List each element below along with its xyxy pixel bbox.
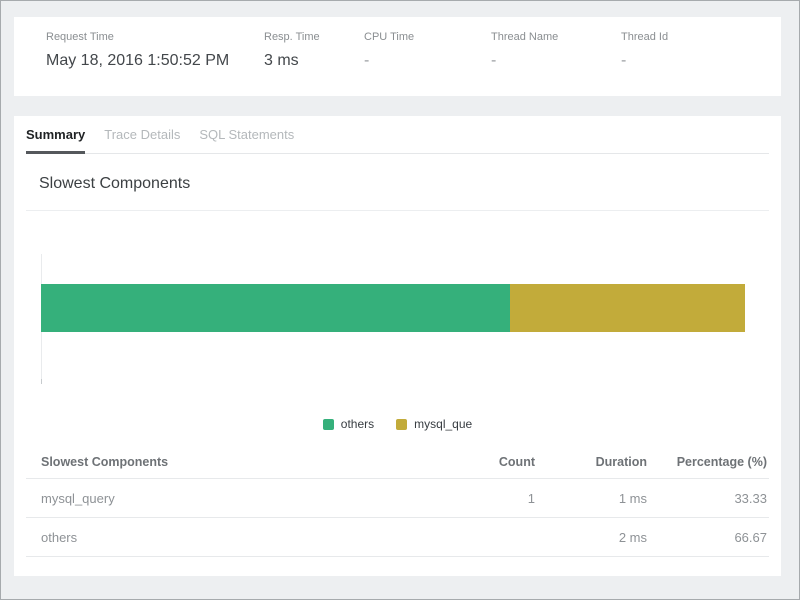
stacked-bar	[41, 284, 745, 332]
cell-percentage: 33.33	[647, 491, 769, 506]
thread-name-label: Thread Name	[491, 31, 621, 43]
header-duration: Duration	[535, 455, 647, 469]
thread-name-value: -	[491, 52, 621, 70]
cpu-time-value: -	[364, 52, 491, 70]
cell-duration: 1 ms	[535, 491, 647, 506]
cell-count: 1	[445, 491, 535, 506]
cell-duration: 2 ms	[535, 530, 647, 545]
legend-swatch-mysql-icon	[396, 419, 407, 430]
request-time-column: Request Time May 18, 2016 1:50:52 PM	[46, 31, 264, 96]
resp-time-column: Resp. Time 3 ms	[264, 31, 364, 96]
slowest-components-header: Slowest Components	[26, 154, 769, 211]
table-row: mysql_query 1 1 ms 33.33	[26, 479, 769, 518]
request-info-panel: Request Time May 18, 2016 1:50:52 PM Res…	[14, 17, 781, 96]
x-axis-labels	[41, 386, 745, 400]
table-header-row: Slowest Components Count Duration Percen…	[26, 446, 769, 479]
legend-label-others: others	[341, 417, 374, 431]
thread-id-column: Thread Id -	[621, 31, 781, 96]
chart-legend: others mysql_que	[14, 417, 781, 431]
header-count: Count	[445, 455, 535, 469]
tab-summary[interactable]: Summary	[26, 116, 85, 153]
trace-viewer-window: Request Time May 18, 2016 1:50:52 PM Res…	[0, 0, 800, 600]
legend-item-others[interactable]: others	[323, 417, 374, 431]
thread-id-value: -	[621, 52, 781, 70]
tab-bar: Summary Trace Details SQL Statements	[26, 116, 769, 154]
cell-percentage: 66.67	[647, 530, 769, 545]
tab-trace-details[interactable]: Trace Details	[104, 116, 180, 153]
bar-segment-others[interactable]	[41, 284, 510, 332]
legend-label-mysql: mysql_que	[414, 417, 472, 431]
thread-id-label: Thread Id	[621, 31, 781, 43]
tab-sql-statements[interactable]: SQL Statements	[199, 116, 294, 153]
resp-time-value: 3 ms	[264, 52, 364, 70]
thread-name-column: Thread Name -	[491, 31, 621, 96]
trace-detail-panel: Summary Trace Details SQL Statements Slo…	[14, 116, 781, 576]
stacked-bar-chart	[41, 254, 745, 379]
request-time-value: May 18, 2016 1:50:52 PM	[46, 52, 264, 70]
slowest-components-table: Slowest Components Count Duration Percen…	[26, 446, 769, 557]
cpu-time-label: CPU Time	[364, 31, 491, 43]
cell-component: mysql_query	[26, 491, 445, 506]
request-time-label: Request Time	[46, 31, 264, 43]
section-title: Slowest Components	[39, 175, 756, 193]
legend-swatch-others-icon	[323, 419, 334, 430]
resp-time-label: Resp. Time	[264, 31, 364, 43]
header-percentage: Percentage (%)	[647, 455, 769, 469]
legend-item-mysql-que[interactable]: mysql_que	[396, 417, 472, 431]
header-component: Slowest Components	[26, 455, 445, 469]
table-row: others 2 ms 66.67	[26, 518, 769, 557]
cpu-time-column: CPU Time -	[364, 31, 491, 96]
cell-component: others	[26, 530, 445, 545]
bar-segment-mysql-query[interactable]	[510, 284, 745, 332]
